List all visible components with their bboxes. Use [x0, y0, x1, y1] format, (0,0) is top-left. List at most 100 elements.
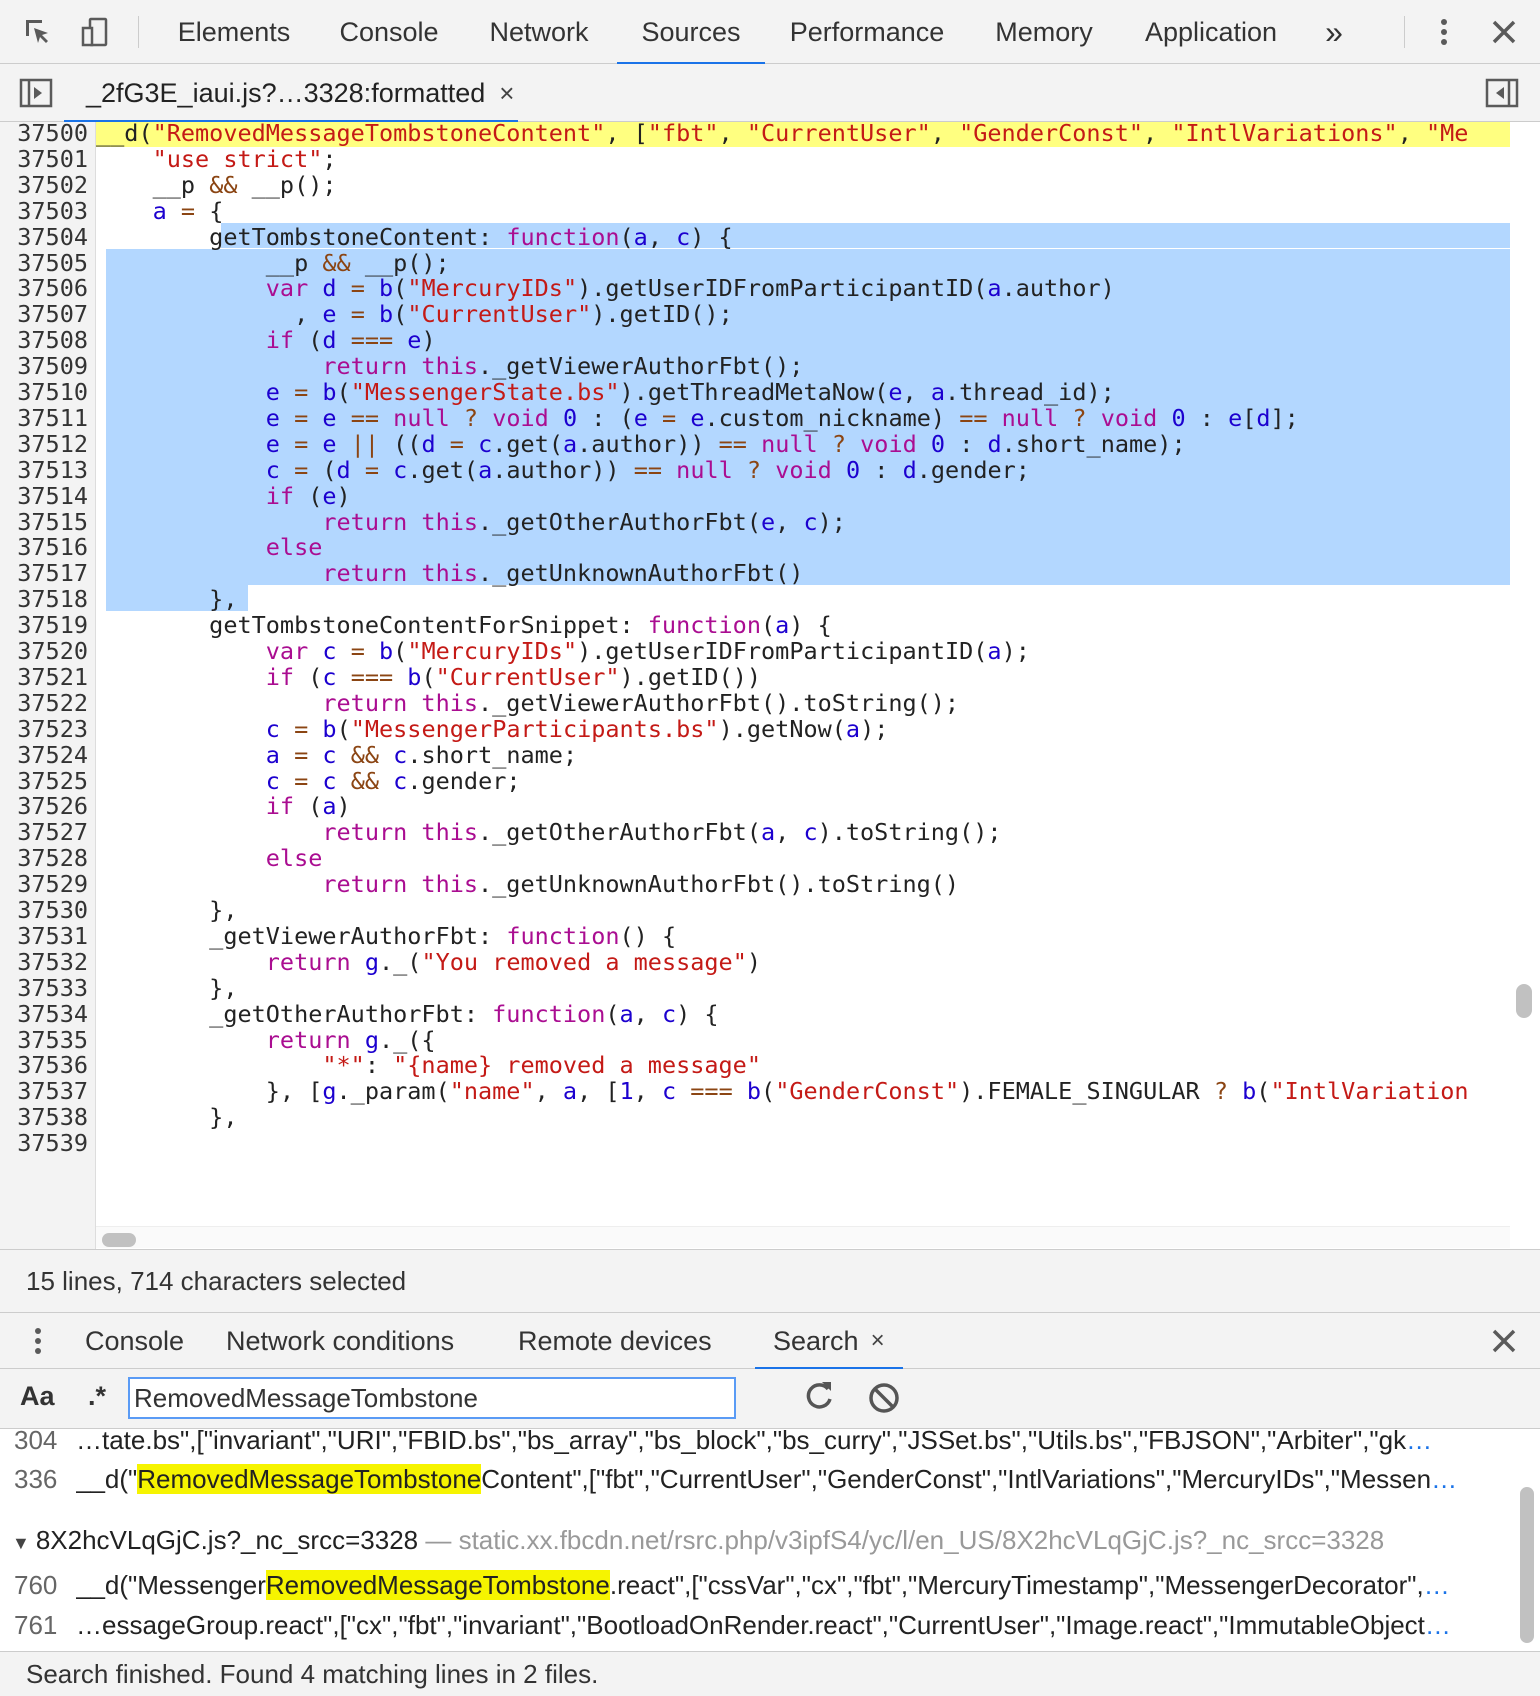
result-row[interactable]: 336 __d("RemovedMessageTombstoneContent"… — [0, 1462, 1510, 1496]
search-input[interactable] — [128, 1377, 736, 1419]
line-number[interactable]: 37524 — [0, 741, 88, 769]
code-editor[interactable]: 37500 37501 37502 37503 37504 37505 37506 37507… — [0, 122, 1540, 1249]
line-number[interactable]: 37515 — [0, 508, 88, 536]
line-number[interactable]: 37503 — [0, 197, 88, 225]
result-file-header[interactable]: ▼ 8X2hcVLqGjC.js?_nc_srcc=3328 — static.x… — [12, 1523, 1512, 1557]
toggle-debugger-icon[interactable] — [1484, 75, 1520, 111]
tab-sources[interactable]: Sources — [617, 0, 765, 65]
line-number[interactable]: 37520 — [0, 637, 88, 665]
line-number[interactable]: 37518 — [0, 585, 88, 613]
code-line: if (e) — [265, 481, 351, 510]
drawer-tab-remote-devices[interactable]: Remote devices — [518, 1313, 712, 1369]
drawer-tab-search[interactable]: Search × — [755, 1313, 903, 1370]
results-scroll-thumb[interactable] — [1520, 1487, 1534, 1643]
search-match-highlight: RemovedMessageTombstone — [137, 1464, 482, 1494]
code-line: }, [g._param("name", a, [1, c === b("Gen… — [96, 1077, 1469, 1106]
line-number[interactable]: 37538 — [0, 1103, 88, 1131]
file-tab[interactable]: _2fG3E_iaui.js?…3328:formatted × — [64, 64, 518, 123]
line-number[interactable]: 37533 — [0, 974, 88, 1002]
horizontal-scroll-thumb[interactable] — [102, 1233, 136, 1247]
line-number[interactable]: 37530 — [0, 896, 88, 924]
toggle-navigator-icon[interactable] — [18, 75, 54, 111]
line-number[interactable]: 37526 — [0, 792, 88, 820]
line-number[interactable]: 37529 — [0, 870, 88, 898]
code-area[interactable]: __d("RemovedMessageTombstoneContent", ["… — [96, 122, 1510, 1249]
kebab-menu-icon[interactable] — [1426, 14, 1462, 50]
line-number[interactable]: 37500 — [0, 122, 88, 147]
line-number[interactable]: 37512 — [0, 430, 88, 458]
line-number[interactable]: 37509 — [0, 352, 88, 380]
line-number[interactable]: 37534 — [0, 1000, 88, 1028]
code-line: if (d === e) — [265, 326, 436, 355]
file-tab-label: _2fG3E_iaui.js?…3328:formatted — [86, 77, 486, 108]
search-results[interactable]: 304 …tate.bs",["invariant","URI","FBID.b… — [0, 1429, 1540, 1651]
line-number[interactable]: 37516 — [0, 533, 88, 561]
line-number[interactable]: 37501 — [0, 145, 88, 173]
line-number[interactable]: 37536 — [0, 1051, 88, 1079]
line-number[interactable]: 37517 — [0, 559, 88, 587]
device-toolbar-icon[interactable] — [78, 14, 114, 50]
line-number[interactable]: 37510 — [0, 378, 88, 406]
regex-toggle[interactable]: .* — [88, 1381, 106, 1412]
drawer-menu-icon[interactable] — [20, 1323, 56, 1359]
result-row[interactable]: 761 …essageGroup.react",["cx","fbt","inv… — [0, 1608, 1510, 1642]
close-devtools-icon[interactable] — [1486, 14, 1522, 50]
line-number[interactable]: 37504 — [0, 223, 88, 251]
line-number[interactable]: 37522 — [0, 689, 88, 717]
line-number[interactable]: 37539 — [0, 1129, 88, 1157]
code-line: , e = b("CurrentUser").getID(); — [96, 300, 733, 329]
result-file-path: static.xx.fbcdn.net/rsrc.php/v3ipfS4/yc/… — [458, 1525, 1385, 1555]
close-file-icon[interactable]: × — [499, 78, 514, 109]
selection-status: 15 lines, 714 characters selected — [0, 1249, 1540, 1313]
line-number[interactable]: 37502 — [0, 171, 88, 199]
vertical-scroll-thumb[interactable] — [1516, 984, 1532, 1018]
line-number[interactable]: 37523 — [0, 715, 88, 743]
result-row[interactable]: 304 …tate.bs",["invariant","URI","FBID.b… — [0, 1429, 1510, 1457]
line-number[interactable]: 37527 — [0, 818, 88, 846]
search-match-highlight: RemovedMessageTombstone — [265, 1570, 610, 1600]
expand-triangle-icon[interactable]: ▼ — [12, 1533, 30, 1553]
result-line-number: 760 — [14, 1570, 58, 1600]
inspect-element-icon[interactable] — [20, 14, 56, 50]
drawer-tab-network-conditions[interactable]: Network conditions — [226, 1313, 454, 1369]
line-number[interactable]: 37514 — [0, 482, 88, 510]
drawer-tab-console[interactable]: Console — [85, 1313, 184, 1369]
line-number[interactable]: 37525 — [0, 767, 88, 795]
tab-elements[interactable]: Elements — [163, 0, 305, 64]
line-number[interactable]: 37537 — [0, 1077, 88, 1105]
code-line: __p && __p(); — [96, 170, 337, 199]
result-line-number: 336 — [14, 1464, 58, 1494]
more-tabs-button[interactable]: » — [1312, 0, 1356, 64]
line-number[interactable]: 37531 — [0, 922, 88, 950]
line-number[interactable]: 37506 — [0, 274, 88, 302]
match-case-toggle[interactable]: Aa — [20, 1381, 55, 1412]
line-number[interactable]: 37513 — [0, 456, 88, 484]
devtools-toolbar: Elements Console Network Sources Perform… — [0, 0, 1540, 65]
clear-search-icon[interactable] — [867, 1381, 901, 1415]
horizontal-scrollbar[interactable] — [96, 1226, 1510, 1248]
line-number[interactable]: 37505 — [0, 249, 88, 277]
tab-network[interactable]: Network — [472, 0, 606, 64]
line-number[interactable]: 37521 — [0, 663, 88, 691]
code-line: return this._getUnknownAuthorFbt() — [322, 559, 804, 588]
code-line: return this._getOtherAuthorFbt(e, c); — [322, 507, 846, 536]
line-number[interactable]: 37532 — [0, 948, 88, 976]
close-search-tab-icon[interactable]: × — [871, 1327, 885, 1355]
line-number[interactable]: 37528 — [0, 844, 88, 872]
line-number[interactable]: 37519 — [0, 611, 88, 639]
search-toolbar: Aa .* — [0, 1369, 1540, 1429]
line-number[interactable]: 37535 — [0, 1026, 88, 1054]
close-drawer-icon[interactable] — [1486, 1323, 1522, 1359]
code-line: _getOtherAuthorFbt: function(a, c) { — [96, 999, 719, 1028]
tab-performance[interactable]: Performance — [779, 0, 955, 64]
tab-memory[interactable]: Memory — [984, 0, 1104, 64]
tab-application[interactable]: Application — [1138, 0, 1284, 64]
line-number[interactable]: 37511 — [0, 404, 88, 432]
code-line: a = c && c.short_name; — [265, 740, 578, 769]
result-row[interactable]: 760 __d("MessengerRemovedMessageTombston… — [0, 1568, 1510, 1602]
line-number[interactable]: 37508 — [0, 326, 88, 354]
tab-console[interactable]: Console — [316, 0, 462, 64]
code-line: var c = b("MercuryIDs").getUserIDFromPar… — [265, 637, 1030, 665]
line-number[interactable]: 37507 — [0, 300, 88, 328]
refresh-icon[interactable] — [803, 1379, 835, 1421]
